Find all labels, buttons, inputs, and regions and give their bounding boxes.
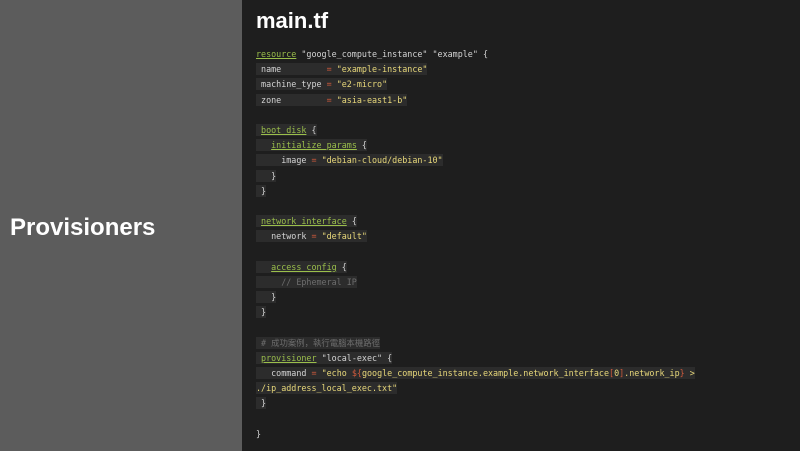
code-brace: { <box>387 352 393 363</box>
code-brace: { <box>351 216 357 227</box>
code-key: image <box>281 155 307 166</box>
code-line-4: zone = "asia-east1-b" <box>256 93 796 108</box>
code-key: command <box>271 367 307 378</box>
code-line-15: access_config { <box>256 260 796 275</box>
code-line-21: provisioner "local-exec" { <box>256 351 796 366</box>
code-key: name <box>261 64 282 75</box>
code-key: machine_type <box>261 79 322 90</box>
code-operator: = <box>326 94 332 105</box>
code-string: "example" <box>432 49 478 59</box>
code-value: "example-instance" <box>336 64 428 75</box>
code-string: "local-exec" <box>321 352 383 363</box>
code-line-22: command = "echo ${google_compute_instanc… <box>256 366 796 381</box>
code-brace: } <box>271 292 277 302</box>
code-line-6: boot_disk { <box>256 123 796 138</box>
code-keyword: network_interface <box>261 216 347 227</box>
code-line-9: } <box>256 169 796 184</box>
code-value: "asia-east1-b" <box>336 94 408 105</box>
code-line-8: image = "debian-cloud/debian-10" <box>256 153 796 168</box>
code-comment: # 成功案例，執行電腦本機路徑 <box>261 337 381 348</box>
code-line-24: } <box>256 396 796 411</box>
code-keyword: provisioner <box>261 352 317 363</box>
code-brace: { <box>311 124 317 135</box>
code-operator: = <box>311 367 317 378</box>
code-value: ./ip_address_local_exec.txt" <box>256 383 398 394</box>
code-brace: { <box>361 140 367 151</box>
code-keyword: resource <box>256 49 297 59</box>
code-line-18: } <box>256 305 796 320</box>
code-key: network <box>271 231 307 242</box>
code-expression-tail: .network_ip <box>624 367 680 378</box>
code-operator: = <box>326 79 332 90</box>
code-keyword: initialize_params <box>271 140 357 151</box>
code-line-1: resource "google_compute_instance" "exam… <box>256 47 796 62</box>
code-brace: } <box>261 307 267 318</box>
code-line-26: } <box>256 427 796 442</box>
code-redirect: > <box>689 367 695 378</box>
code-value: "default" <box>321 231 367 242</box>
code-value: "debian-cloud/debian-10" <box>321 155 443 166</box>
code-line-13: network = "default" <box>256 229 796 244</box>
left-panel: Provisioners <box>0 0 242 451</box>
code-block: resource "google_compute_instance" "exam… <box>256 47 796 442</box>
code-line-2: name = "example-instance" <box>256 62 796 77</box>
code-brace: } <box>256 428 262 439</box>
code-brace: { <box>341 261 347 272</box>
code-value: "echo <box>321 367 347 378</box>
file-title: main.tf <box>256 8 329 33</box>
code-interpolation-open: ${ <box>351 367 362 378</box>
code-comment: // Ephemeral IP <box>281 276 357 287</box>
code-value: "e2-micro" <box>336 79 388 90</box>
code-keyword: boot_disk <box>261 124 307 135</box>
code-line-12: network_interface { <box>256 214 796 229</box>
code-operator: = <box>326 64 332 75</box>
code-keyword: access_config <box>271 261 337 272</box>
code-brace: { <box>482 49 488 59</box>
code-operator: = <box>311 231 317 242</box>
code-interpolation-close: } <box>679 367 685 378</box>
code-brace: } <box>261 398 267 409</box>
code-line-7: initialize_params { <box>256 138 796 153</box>
code-brace: } <box>271 170 277 181</box>
code-line-10: } <box>256 184 796 199</box>
code-line-16: // Ephemeral IP <box>256 275 796 290</box>
code-line-20: # 成功案例，執行電腦本機路徑 <box>256 336 796 351</box>
code-string: "google_compute_instance" <box>301 49 428 59</box>
code-key: zone <box>261 94 282 105</box>
code-operator: = <box>311 155 317 166</box>
code-brace: } <box>261 185 267 196</box>
code-expression: google_compute_instance.example.network_… <box>361 367 610 378</box>
code-line-23: ./ip_address_local_exec.txt" <box>256 381 796 396</box>
code-panel: main.tf resource "google_compute_instanc… <box>242 0 800 451</box>
code-line-3: machine_type = "e2-micro" <box>256 77 796 92</box>
code-line-17: } <box>256 290 796 305</box>
section-title: Provisioners <box>10 214 156 241</box>
